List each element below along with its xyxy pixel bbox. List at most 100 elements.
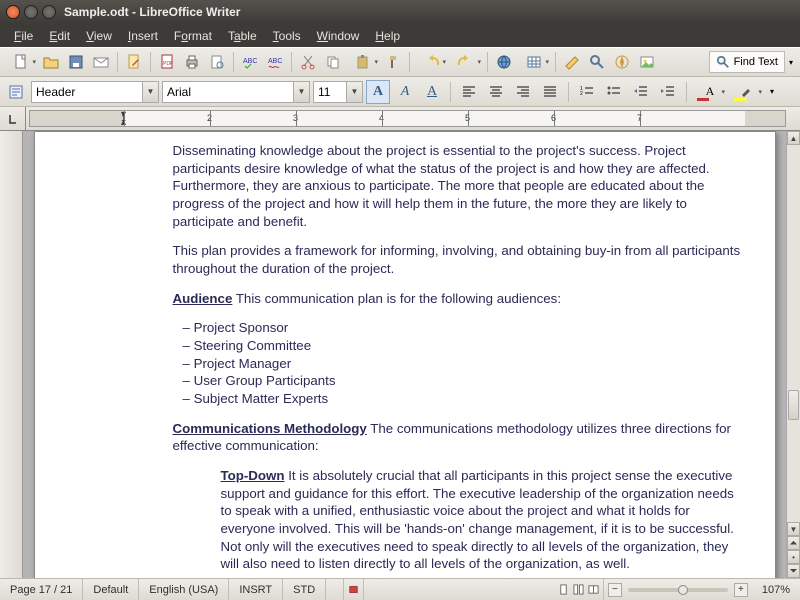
vertical-scrollbar[interactable]: ▲ ▼ ⏶ • ⏷: [786, 131, 800, 578]
document-page[interactable]: Disseminating knowledge about the projec…: [34, 131, 776, 578]
view-layout-buttons[interactable]: [554, 579, 604, 600]
body-paragraph: This plan provides a framework for infor…: [173, 242, 745, 277]
cut-button[interactable]: [296, 50, 320, 74]
statusbar: Page 17 / 21 Default English (USA) INSRT…: [0, 578, 800, 600]
find-replace-button[interactable]: [585, 50, 609, 74]
next-page-button[interactable]: ⏷: [787, 564, 800, 578]
zoom-slider-knob[interactable]: [678, 585, 688, 595]
status-page[interactable]: Page 17 / 21: [0, 579, 83, 600]
status-modified[interactable]: [326, 579, 344, 600]
vertical-ruler[interactable]: [0, 131, 23, 578]
align-center-button[interactable]: [484, 80, 508, 104]
zoom-percent[interactable]: 107%: [752, 579, 800, 600]
gallery-button[interactable]: [635, 50, 659, 74]
format-paintbrush-button[interactable]: [381, 50, 405, 74]
decrease-indent-button[interactable]: [629, 80, 653, 104]
dropdown-icon[interactable]: ▼: [293, 82, 309, 102]
scroll-up-button[interactable]: ▲: [787, 131, 800, 145]
align-right-button[interactable]: [511, 80, 535, 104]
styles-button[interactable]: [4, 80, 28, 104]
font-size-input[interactable]: [314, 82, 346, 102]
font-size-combo[interactable]: ▼: [313, 81, 363, 103]
toolbar-overflow-button[interactable]: ▾: [786, 50, 796, 74]
zoom-out-button[interactable]: −: [608, 583, 622, 597]
insert-table-button[interactable]: ▾: [517, 50, 551, 74]
section-heading: Audience: [173, 291, 233, 306]
status-page-style[interactable]: Default: [83, 579, 139, 600]
dropdown-icon[interactable]: ▼: [142, 82, 158, 102]
titlebar: Sample.odt - LibreOffice Writer: [0, 0, 800, 24]
toolbar-overflow-button[interactable]: ▾: [767, 80, 777, 104]
menu-window[interactable]: Window: [309, 27, 368, 45]
print-button[interactable]: [180, 50, 204, 74]
tab-stop-type-button[interactable]: [0, 107, 26, 130]
navigator-button[interactable]: [610, 50, 634, 74]
new-document-button[interactable]: ▾: [4, 50, 38, 74]
highlight-color-button[interactable]: ▾: [730, 80, 764, 104]
align-left-button[interactable]: [457, 80, 481, 104]
scrollbar-track[interactable]: [787, 145, 800, 522]
window-title: Sample.odt - LibreOffice Writer: [64, 5, 240, 19]
font-name-input[interactable]: [163, 82, 293, 102]
underline-button[interactable]: A: [420, 80, 444, 104]
italic-button[interactable]: A: [393, 80, 417, 104]
navigation-button[interactable]: •: [787, 550, 800, 564]
menu-format[interactable]: Format: [166, 27, 220, 45]
menu-file[interactable]: File: [6, 27, 41, 45]
body-paragraph: Top-Down It is absolutely crucial that a…: [221, 467, 745, 573]
document-area: Disseminating knowledge about the projec…: [0, 131, 800, 578]
spellcheck-button[interactable]: ABC: [238, 50, 262, 74]
align-justify-button[interactable]: [538, 80, 562, 104]
dropdown-icon[interactable]: ▼: [346, 82, 362, 102]
hyperlink-button[interactable]: [492, 50, 516, 74]
menu-insert[interactable]: Insert: [120, 27, 166, 45]
bold-button[interactable]: A: [366, 80, 390, 104]
menu-table[interactable]: Table: [220, 27, 265, 45]
menu-view[interactable]: View: [78, 27, 120, 45]
paragraph-style-combo[interactable]: ▼: [31, 81, 159, 103]
edit-file-button[interactable]: [122, 50, 146, 74]
horizontal-ruler[interactable]: ▾ ▴ 1234567: [29, 110, 786, 127]
multi-page-icon[interactable]: [573, 584, 584, 595]
status-insert-mode[interactable]: INSRT: [229, 579, 283, 600]
save-document-button[interactable]: [64, 50, 88, 74]
scrollbar-thumb[interactable]: [788, 390, 799, 420]
export-pdf-button[interactable]: PDF: [155, 50, 179, 74]
svg-text:ABC: ABC: [243, 58, 257, 65]
list-item: User Group Participants: [183, 372, 745, 390]
bullet-list-button[interactable]: [602, 80, 626, 104]
open-document-button[interactable]: [39, 50, 63, 74]
copy-button[interactable]: [321, 50, 345, 74]
print-preview-button[interactable]: [205, 50, 229, 74]
standard-toolbar: ▾ PDF ABC ABC ▾ ▾ ▾ ▾ Find Text ▾: [0, 47, 800, 77]
window-maximize-button[interactable]: [42, 5, 56, 19]
menu-tools[interactable]: Tools: [265, 27, 309, 45]
paste-button[interactable]: ▾: [346, 50, 380, 74]
status-language[interactable]: English (USA): [139, 579, 229, 600]
scroll-down-button[interactable]: ▼: [787, 522, 800, 536]
paragraph-style-input[interactable]: [32, 82, 142, 102]
single-page-icon[interactable]: [558, 584, 569, 595]
zoom-in-button[interactable]: +: [734, 583, 748, 597]
undo-button[interactable]: ▾: [414, 50, 448, 74]
status-signature[interactable]: [344, 579, 364, 600]
show-draw-functions-button[interactable]: [560, 50, 584, 74]
numbered-list-button[interactable]: 12: [575, 80, 599, 104]
menu-help[interactable]: Help: [367, 27, 408, 45]
find-toolbar[interactable]: Find Text: [709, 51, 785, 73]
window-close-button[interactable]: [6, 5, 20, 19]
redo-button[interactable]: ▾: [449, 50, 483, 74]
auto-spellcheck-button[interactable]: ABC: [263, 50, 287, 74]
previous-page-button[interactable]: ⏶: [787, 536, 800, 550]
increase-indent-button[interactable]: [656, 80, 680, 104]
zoom-slider[interactable]: [628, 588, 728, 592]
ruler-area: ▾ ▴ 1234567: [0, 107, 800, 131]
email-document-button[interactable]: [89, 50, 113, 74]
page-viewport[interactable]: Disseminating knowledge about the projec…: [23, 131, 786, 578]
font-color-button[interactable]: A▾: [693, 80, 727, 104]
status-selection-mode[interactable]: STD: [283, 579, 326, 600]
book-view-icon[interactable]: [588, 584, 599, 595]
font-name-combo[interactable]: ▼: [162, 81, 310, 103]
window-minimize-button[interactable]: [24, 5, 38, 19]
menu-edit[interactable]: Edit: [41, 27, 78, 45]
